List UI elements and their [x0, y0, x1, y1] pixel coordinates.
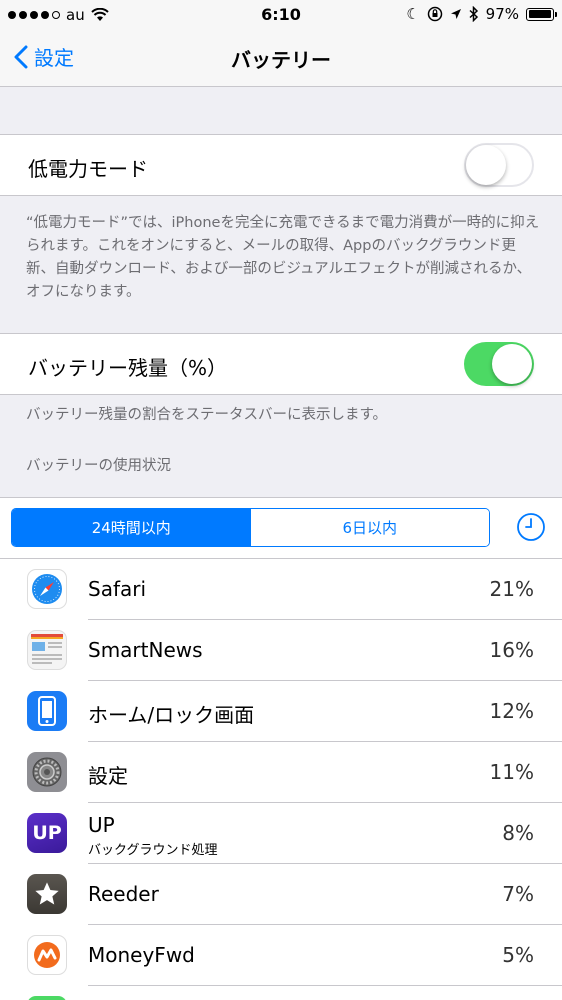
gear-icon	[27, 752, 67, 792]
app-percent: 16%	[489, 638, 534, 662]
app-subtitle: バックグラウンド処理	[88, 843, 218, 858]
toggle-knob	[466, 145, 506, 185]
app-name: 設定	[88, 764, 128, 788]
app-name: MoneyFwd	[88, 943, 195, 967]
app-name: ホーム/ロック画面	[88, 703, 255, 727]
usage-range-area: 24時間以内 6日以内	[0, 497, 562, 559]
status-bar: au 6:10 ☾ 97%	[0, 0, 562, 30]
list-item-partial[interactable]	[0, 986, 562, 1000]
list-item-moneyfwd[interactable]: MoneyFwd 5%	[0, 925, 562, 986]
up-icon: UP	[27, 813, 67, 853]
segment-6-days[interactable]: 6日以内	[250, 509, 489, 546]
low-power-mode-toggle[interactable]	[464, 143, 534, 187]
up-icon-text: UP	[32, 822, 62, 844]
battery-icon	[526, 7, 557, 21]
status-right: ☾ 97%	[406, 5, 557, 23]
app-name: Safari	[88, 577, 147, 601]
list-item-reeder[interactable]: Reeder 7%	[0, 864, 562, 925]
list-item-home-lock-screen[interactable]: ホーム/ロック画面 12%	[0, 681, 562, 742]
battery-percent: 97%	[485, 5, 519, 23]
toggle-knob	[492, 344, 532, 384]
usage-range-segmented-control: 24時間以内 6日以内	[11, 508, 490, 547]
usage-section-header: バッテリーの使用状況	[26, 458, 171, 474]
moneyfwd-icon	[27, 935, 67, 975]
safari-icon	[27, 569, 67, 609]
battery-level-fill	[528, 10, 551, 18]
low-power-mode-label: 低電力モード	[28, 157, 148, 181]
low-power-mode-footnote: “低電力モード”では、iPhoneを完全に充電できるまで電力消費が一時的に抑えら…	[26, 215, 540, 300]
segment-24-hours[interactable]: 24時間以内	[12, 509, 251, 546]
app-percent: 12%	[489, 699, 534, 723]
app-icon-partial	[27, 996, 67, 1000]
list-item-safari[interactable]: Safari 21%	[0, 559, 562, 620]
navigation-bar: 設定 バッテリー	[0, 30, 562, 87]
phone-icon	[27, 691, 67, 731]
app-percent: 21%	[489, 577, 534, 601]
location-icon	[450, 9, 461, 19]
app-usage-list: Safari 21% SmartNews 16% ホーム/ロック画面 12% 設…	[0, 559, 562, 1000]
list-item-smartnews[interactable]: SmartNews 16%	[0, 620, 562, 681]
moon-icon: ☾	[406, 5, 420, 23]
clock-icon[interactable]	[516, 512, 546, 542]
battery-percentage-toggle[interactable]	[464, 342, 534, 386]
bluetooth-icon	[469, 6, 478, 22]
app-percent: 11%	[489, 760, 534, 784]
list-item-settings[interactable]: 設定 11%	[0, 742, 562, 803]
battery-percentage-cell: バッテリー残量（%）	[0, 333, 562, 395]
app-percent: 5%	[502, 943, 534, 967]
page-title: バッテリー	[231, 48, 331, 72]
battery-percentage-label: バッテリー残量（%）	[28, 356, 228, 380]
low-power-mode-cell: 低電力モード	[0, 134, 562, 196]
app-name: SmartNews	[88, 638, 203, 662]
battery-percentage-footnote: バッテリー残量の割合をステータスバーに表示します。	[26, 407, 388, 423]
rotation-lock-icon	[427, 6, 442, 22]
star-icon	[27, 874, 67, 914]
app-name: UP	[88, 813, 115, 837]
app-name: Reeder	[88, 882, 159, 906]
smartnews-icon	[27, 630, 67, 670]
list-item-up[interactable]: UP UP バックグラウンド処理 8%	[0, 803, 562, 864]
app-percent: 8%	[502, 821, 534, 845]
app-percent: 7%	[502, 882, 534, 906]
